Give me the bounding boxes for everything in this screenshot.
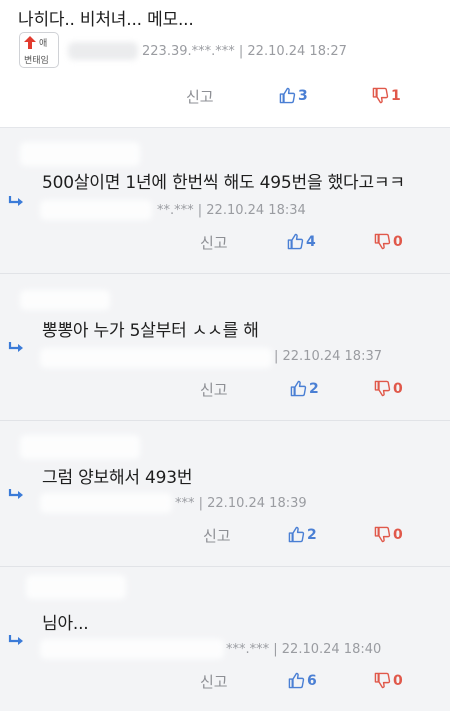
thumbs-up-icon	[290, 380, 307, 397]
reply-text: 님아...	[42, 614, 89, 634]
reply-actions: 신고 6 0	[0, 671, 450, 692]
redacted-nickname	[20, 435, 140, 459]
comment-meta: 223.39.***.*** | 22.10.24 18:27	[142, 44, 347, 59]
redacted-nickname	[26, 575, 126, 599]
comment-text: 나히다.. 비처녀... 메모...	[18, 10, 194, 30]
red-up-arrow-icon	[24, 36, 36, 49]
redacted-nickname	[40, 348, 272, 368]
downvote-count: 0	[393, 233, 403, 250]
upvote-button[interactable]: 3	[279, 87, 308, 104]
reply-text: 그럼 양보해서 493번	[42, 468, 193, 488]
reply-arrow-icon	[8, 489, 23, 499]
reply-arrow-icon	[8, 635, 23, 645]
redacted-nickname	[40, 639, 224, 659]
reply-actions: 신고 2 0	[0, 379, 450, 400]
upvote-count: 4	[306, 233, 316, 250]
upvote-count: 2	[307, 526, 317, 543]
thumbs-up-icon	[279, 87, 296, 104]
user-badge[interactable]: 애 변태임	[19, 32, 59, 68]
thumbs-up-icon	[288, 672, 305, 689]
reply-text: 500살이면 1년에 한번씩 해도 495번을 했다고ㅋㅋ	[42, 173, 405, 193]
redacted-nickname	[40, 493, 172, 513]
report-button[interactable]: 신고	[186, 86, 214, 107]
upvote-count: 6	[307, 672, 317, 689]
reply-arrow-icon	[8, 342, 23, 352]
redacted-nickname	[20, 142, 140, 166]
downvote-button[interactable]: 0	[374, 233, 403, 250]
downvote-count: 1	[391, 87, 401, 104]
main-comment: 나히다.. 비처녀... 메모... 애 변태임 223.39.***.*** …	[0, 0, 450, 128]
badge-line2: 변태임	[24, 56, 49, 66]
reply-meta: ***.*** | 22.10.24 18:40	[226, 642, 382, 657]
report-button[interactable]: 신고	[200, 671, 228, 692]
downvote-button[interactable]: 0	[374, 672, 403, 689]
thumbs-up-icon	[288, 526, 305, 543]
downvote-button[interactable]: 0	[374, 526, 403, 543]
reply-arrow-icon	[8, 196, 23, 206]
reply-comment: 500살이면 1년에 한번씩 해도 495번을 했다고ㅋㅋ **.*** | 2…	[0, 128, 450, 274]
reply-actions: 신고 2 0	[0, 525, 450, 546]
badge-line1: 애	[39, 39, 48, 49]
upvote-button[interactable]: 2	[290, 380, 319, 397]
reply-meta: *** | 22.10.24 18:39	[175, 496, 307, 511]
upvote-button[interactable]: 4	[287, 233, 316, 250]
report-button[interactable]: 신고	[200, 232, 228, 253]
downvote-button[interactable]: 1	[372, 87, 401, 104]
redacted-nickname	[20, 290, 110, 310]
downvote-button[interactable]: 0	[374, 380, 403, 397]
reply-comment: 뽕뽕아 누가 5살부터 ㅅㅅ를 해 | 22.10.24 18:37 신고 2 …	[0, 274, 450, 421]
reply-text: 뽕뽕아 누가 5살부터 ㅅㅅ를 해	[42, 321, 259, 341]
thumbs-down-icon	[374, 672, 391, 689]
upvote-button[interactable]: 2	[288, 526, 317, 543]
thumbs-down-icon	[374, 526, 391, 543]
thumbs-down-icon	[374, 233, 391, 250]
downvote-count: 0	[393, 380, 403, 397]
reply-comment: 그럼 양보해서 493번 *** | 22.10.24 18:39 신고 2 0	[0, 421, 450, 567]
reply-meta: | 22.10.24 18:37	[274, 349, 382, 364]
upvote-button[interactable]: 6	[288, 672, 317, 689]
redacted-nickname	[68, 42, 138, 60]
downvote-count: 0	[393, 526, 403, 543]
redacted-nickname	[40, 200, 152, 220]
thumbs-down-icon	[372, 87, 389, 104]
thumbs-down-icon	[374, 380, 391, 397]
downvote-count: 0	[393, 672, 403, 689]
comment-actions: 신고 3 1	[0, 86, 450, 107]
report-button[interactable]: 신고	[200, 379, 228, 400]
reply-actions: 신고 4 0	[0, 232, 450, 253]
upvote-count: 3	[298, 87, 308, 104]
reply-meta: **.*** | 22.10.24 18:34	[157, 203, 306, 218]
report-button[interactable]: 신고	[203, 525, 231, 546]
thumbs-up-icon	[287, 233, 304, 250]
upvote-count: 2	[309, 380, 319, 397]
reply-comment: 님아... ***.*** | 22.10.24 18:40 신고 6 0	[0, 567, 450, 711]
